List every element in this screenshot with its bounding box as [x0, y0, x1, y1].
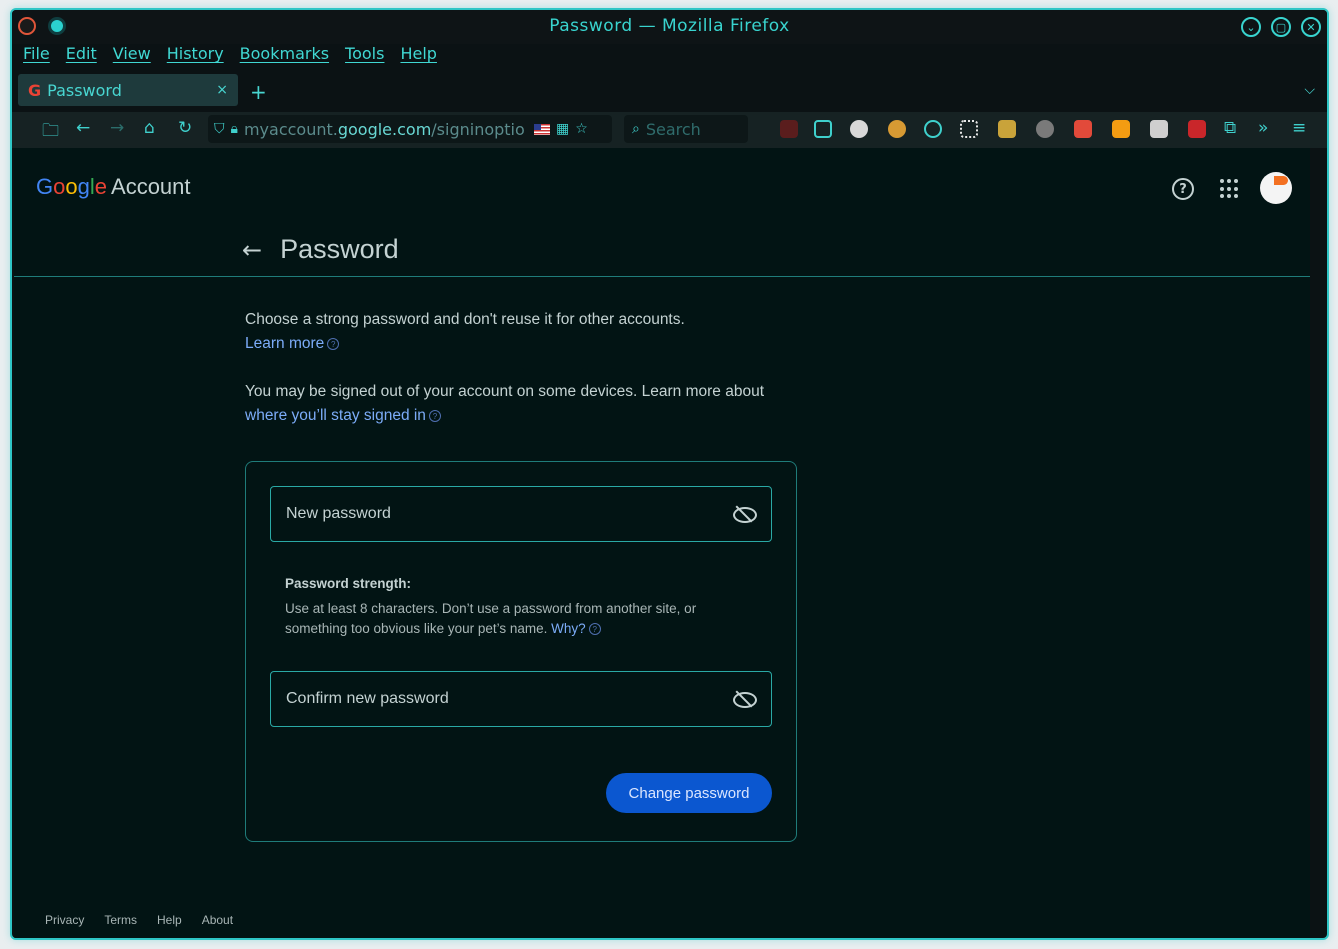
menu-edit[interactable]: Edit	[66, 44, 97, 70]
back-icon[interactable]: ←	[76, 118, 90, 138]
extensions-puzzle-icon[interactable]: ⧉	[1224, 118, 1236, 138]
help-circle-icon: ?	[428, 409, 441, 422]
change-password-button[interactable]: Change password	[606, 773, 772, 813]
tab-password[interactable]: G Password ×	[18, 74, 238, 106]
menu-history[interactable]: History	[167, 44, 224, 70]
extension-cookie-icon[interactable]	[850, 120, 868, 138]
overflow-chevron-icon[interactable]: »	[1258, 118, 1268, 138]
search-icon: ⌕	[632, 121, 640, 137]
hamburger-menu-icon[interactable]: ≡	[1292, 118, 1306, 138]
extension-pencil-icon[interactable]	[998, 120, 1016, 138]
footer-help[interactable]: Help	[157, 913, 182, 927]
url-text[interactable]: myaccount.google.com/signinoptio	[244, 120, 528, 139]
footer-about[interactable]: About	[202, 913, 233, 927]
extension-red-icon[interactable]	[1188, 120, 1206, 138]
reload-icon[interactable]: ↻	[178, 118, 192, 138]
close-icon[interactable]: ✕	[1301, 17, 1321, 37]
google-account-logo[interactable]: Google Account	[36, 174, 191, 200]
help-circle-icon: ?	[327, 337, 340, 350]
strength-body: Use at least 8 characters. Don’t use a p…	[285, 601, 697, 636]
google-favicon-icon: G	[28, 80, 42, 100]
browser-window: Password — Mozilla Firefox ⌄ ▢ ✕ File Ed…	[10, 8, 1329, 940]
menu-help[interactable]: Help	[400, 44, 436, 70]
footer-terms[interactable]: Terms	[104, 913, 137, 927]
folder-icon[interactable]: 🗀	[42, 118, 59, 147]
menu-file[interactable]: File	[23, 44, 50, 70]
extension-monkey-icon[interactable]	[888, 120, 906, 138]
bookmark-star-icon[interactable]: ☆	[575, 121, 588, 137]
title-bar: Password — Mozilla Firefox ⌄ ▢ ✕	[12, 10, 1327, 44]
password-form-card: New password Password strength: Use at l…	[245, 461, 797, 842]
new-password-field[interactable]: New password	[270, 486, 772, 542]
page-content: Google Account ? ← Password Choose a stro…	[14, 148, 1310, 938]
new-tab-icon[interactable]: +	[250, 80, 267, 104]
extension-car-icon[interactable]	[1150, 120, 1168, 138]
download-icon[interactable]	[780, 120, 798, 138]
footer-privacy[interactable]: Privacy	[45, 913, 84, 927]
info-paragraph-2: You may be signed out of your account on…	[245, 383, 765, 424]
new-password-placeholder: New password	[286, 505, 391, 522]
help-circle-icon: ?	[588, 623, 601, 636]
info-paragraph-1: Choose a strong password and don't reuse…	[245, 311, 685, 352]
reader-view-icon[interactable]	[814, 120, 832, 138]
search-placeholder: Search	[645, 119, 701, 139]
url-bar[interactable]: ⛉ 🔒︎ myaccount.google.com/signinoptio ▦ …	[208, 115, 612, 143]
help-icon[interactable]: ?	[1172, 178, 1194, 200]
avatar[interactable]	[1260, 172, 1292, 204]
lock-icon[interactable]: 🔒︎	[231, 121, 238, 137]
strength-title: Password strength:	[285, 576, 412, 591]
camera-icon[interactable]	[1074, 120, 1092, 138]
confirm-password-placeholder: Confirm new password	[286, 690, 449, 707]
extension-hook-icon[interactable]	[1112, 120, 1130, 138]
window-title: Password — Mozilla Firefox	[549, 16, 790, 36]
extension-glasses-icon[interactable]	[1036, 120, 1054, 138]
account-icon[interactable]	[924, 120, 942, 138]
tab-list-chevron-icon[interactable]: ⌵	[1304, 82, 1315, 98]
confirm-password-field[interactable]: Confirm new password	[270, 671, 772, 727]
extension-dots-icon[interactable]	[960, 120, 978, 138]
menu-bar: File Edit View History Bookmarks Tools H…	[12, 44, 437, 70]
home-icon[interactable]: ⌂	[144, 118, 155, 138]
us-flag-icon[interactable]	[533, 123, 550, 135]
forward-icon[interactable]: →	[110, 118, 124, 138]
back-arrow-icon[interactable]: ←	[242, 236, 262, 264]
minimize-icon[interactable]: ⌄	[1241, 17, 1261, 37]
qr-code-icon[interactable]: ▦	[556, 121, 569, 137]
navigation-toolbar: 🗀 ← → ⌂ ↻ ⛉ 🔒︎ myaccount.google.com/sign…	[12, 112, 1327, 148]
header-divider	[14, 276, 1310, 277]
password-strength: Password strength: Use at least 8 charac…	[285, 576, 745, 639]
maximize-icon[interactable]: ▢	[1271, 17, 1291, 37]
footer-links: Privacy Terms Help About	[45, 913, 233, 927]
tab-close-icon[interactable]: ×	[216, 82, 228, 98]
apps-grid-icon[interactable]	[1220, 179, 1240, 199]
search-box[interactable]: ⌕ Search	[624, 115, 748, 143]
stay-signed-in-link[interactable]: where you’ll stay signed in	[245, 407, 426, 424]
shield-icon[interactable]: ⛉	[214, 121, 225, 137]
tab-title: Password	[47, 80, 122, 100]
learn-more-link[interactable]: Learn more	[245, 335, 324, 352]
eye-off-icon[interactable]	[732, 691, 757, 708]
eye-off-icon[interactable]	[732, 506, 757, 523]
page-header: ← Password	[242, 234, 399, 265]
page-title: Password	[280, 234, 399, 264]
menu-view[interactable]: View	[113, 44, 151, 70]
menu-bookmarks[interactable]: Bookmarks	[240, 44, 329, 70]
menu-tools[interactable]: Tools	[345, 44, 384, 70]
tab-strip: G Password × + ⌵	[12, 72, 1327, 110]
why-link[interactable]: Why?	[551, 621, 586, 636]
